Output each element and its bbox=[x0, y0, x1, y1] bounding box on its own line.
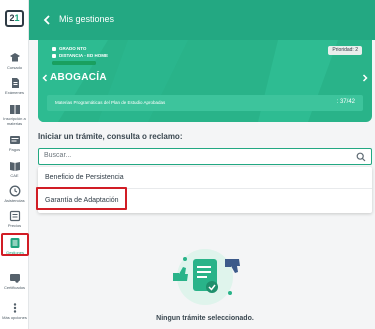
empty-state-text: Ningun trámite seleccionado. bbox=[156, 315, 254, 322]
sidebar-item-cursado[interactable]: Cursado bbox=[1, 52, 28, 70]
info-text: DISTANCIA - ED HOME bbox=[59, 53, 108, 58]
info-text: GRADO NTO bbox=[59, 46, 87, 51]
sidebar-item-label: Inscripción a materias bbox=[3, 116, 26, 126]
search-input[interactable]: Buscar... bbox=[44, 152, 71, 159]
sidebar-item-asistencias[interactable]: Asistencias bbox=[1, 185, 28, 203]
subjects-label: Materias Programáticas del Plan de Estud… bbox=[55, 100, 166, 105]
sidebar-item-label: Gestiones bbox=[5, 250, 24, 255]
career-card: GRADO NTO DISTANCIA - ED HOME Prioridad:… bbox=[38, 40, 372, 122]
priority-badge: Prioridad: 2 bbox=[328, 46, 362, 55]
section-title: Iniciar un trámite, consulta o reclamo: bbox=[38, 132, 183, 141]
chevron-left-icon[interactable] bbox=[41, 74, 49, 82]
list-icon bbox=[10, 238, 20, 248]
sidebar-item-label: CAE bbox=[10, 173, 19, 178]
empty-state-illustration bbox=[173, 249, 240, 305]
school-icon bbox=[9, 53, 20, 62]
sidebar-item-label: Pagos bbox=[8, 147, 21, 152]
info-line-modalidad: DISTANCIA - ED HOME bbox=[52, 53, 108, 58]
selection-highlight bbox=[36, 187, 127, 210]
sidebar-item-precios[interactable]: Precios bbox=[1, 210, 28, 228]
sidebar-item-pagos[interactable]: Pagos bbox=[1, 134, 28, 152]
sidebar-item-label: Exámenes bbox=[5, 90, 24, 95]
option-item[interactable]: Beneficio de Persistencia bbox=[38, 167, 372, 189]
sidebar-item-label: Certificados bbox=[3, 285, 26, 290]
sidebar-item-cae[interactable]: CAE bbox=[1, 160, 28, 178]
subjects-value: : 37/42 bbox=[336, 99, 355, 105]
sidebar-item-label: Asistencias bbox=[4, 198, 25, 203]
info-line-grado: GRADO NTO bbox=[52, 46, 86, 51]
wallet-icon bbox=[9, 136, 20, 144]
more-icon bbox=[13, 303, 16, 313]
sidebar-item-certificados[interactable]: Certificados bbox=[1, 272, 28, 290]
career-title: ABOGACÍA bbox=[50, 72, 107, 83]
book-icon bbox=[9, 105, 20, 114]
search-icon[interactable] bbox=[356, 152, 366, 162]
book-open-icon bbox=[9, 162, 20, 171]
graduation-icon bbox=[52, 46, 56, 51]
subjects-bar: Materias Programáticas del Plan de Estud… bbox=[47, 95, 363, 111]
sidebar-item-mas-opciones[interactable]: Más opciones bbox=[1, 302, 28, 320]
status-progress bbox=[52, 61, 96, 65]
sidebar-item-label: Precios bbox=[7, 223, 22, 228]
sidebar-item-label: Más opciones bbox=[2, 315, 27, 320]
document-icon bbox=[11, 78, 19, 88]
header-bar: Mis gestiones bbox=[29, 0, 375, 40]
status-progress-fill bbox=[52, 61, 96, 65]
clock-icon bbox=[9, 185, 20, 197]
sidebar-item-gestiones[interactable]: Gestiones bbox=[1, 233, 29, 256]
sidebar: 21 Cursado Exámenes Inscripción a materi… bbox=[0, 0, 29, 329]
sidebar-item-inscripcion[interactable]: Inscripción a materias bbox=[1, 103, 28, 126]
search-field[interactable]: Buscar... bbox=[38, 148, 372, 165]
chevron-right-icon[interactable] bbox=[361, 74, 369, 82]
card-icon bbox=[9, 210, 20, 222]
chevron-left-icon[interactable] bbox=[41, 14, 53, 26]
logo-text-b: 1 bbox=[14, 13, 20, 23]
page-title: Mis gestiones bbox=[59, 14, 115, 24]
logo[interactable]: 21 bbox=[5, 10, 24, 27]
location-icon bbox=[52, 53, 56, 58]
certificate-icon bbox=[9, 274, 20, 283]
sidebar-item-examenes[interactable]: Exámenes bbox=[1, 77, 28, 95]
sidebar-item-label: Cursado bbox=[6, 65, 23, 70]
